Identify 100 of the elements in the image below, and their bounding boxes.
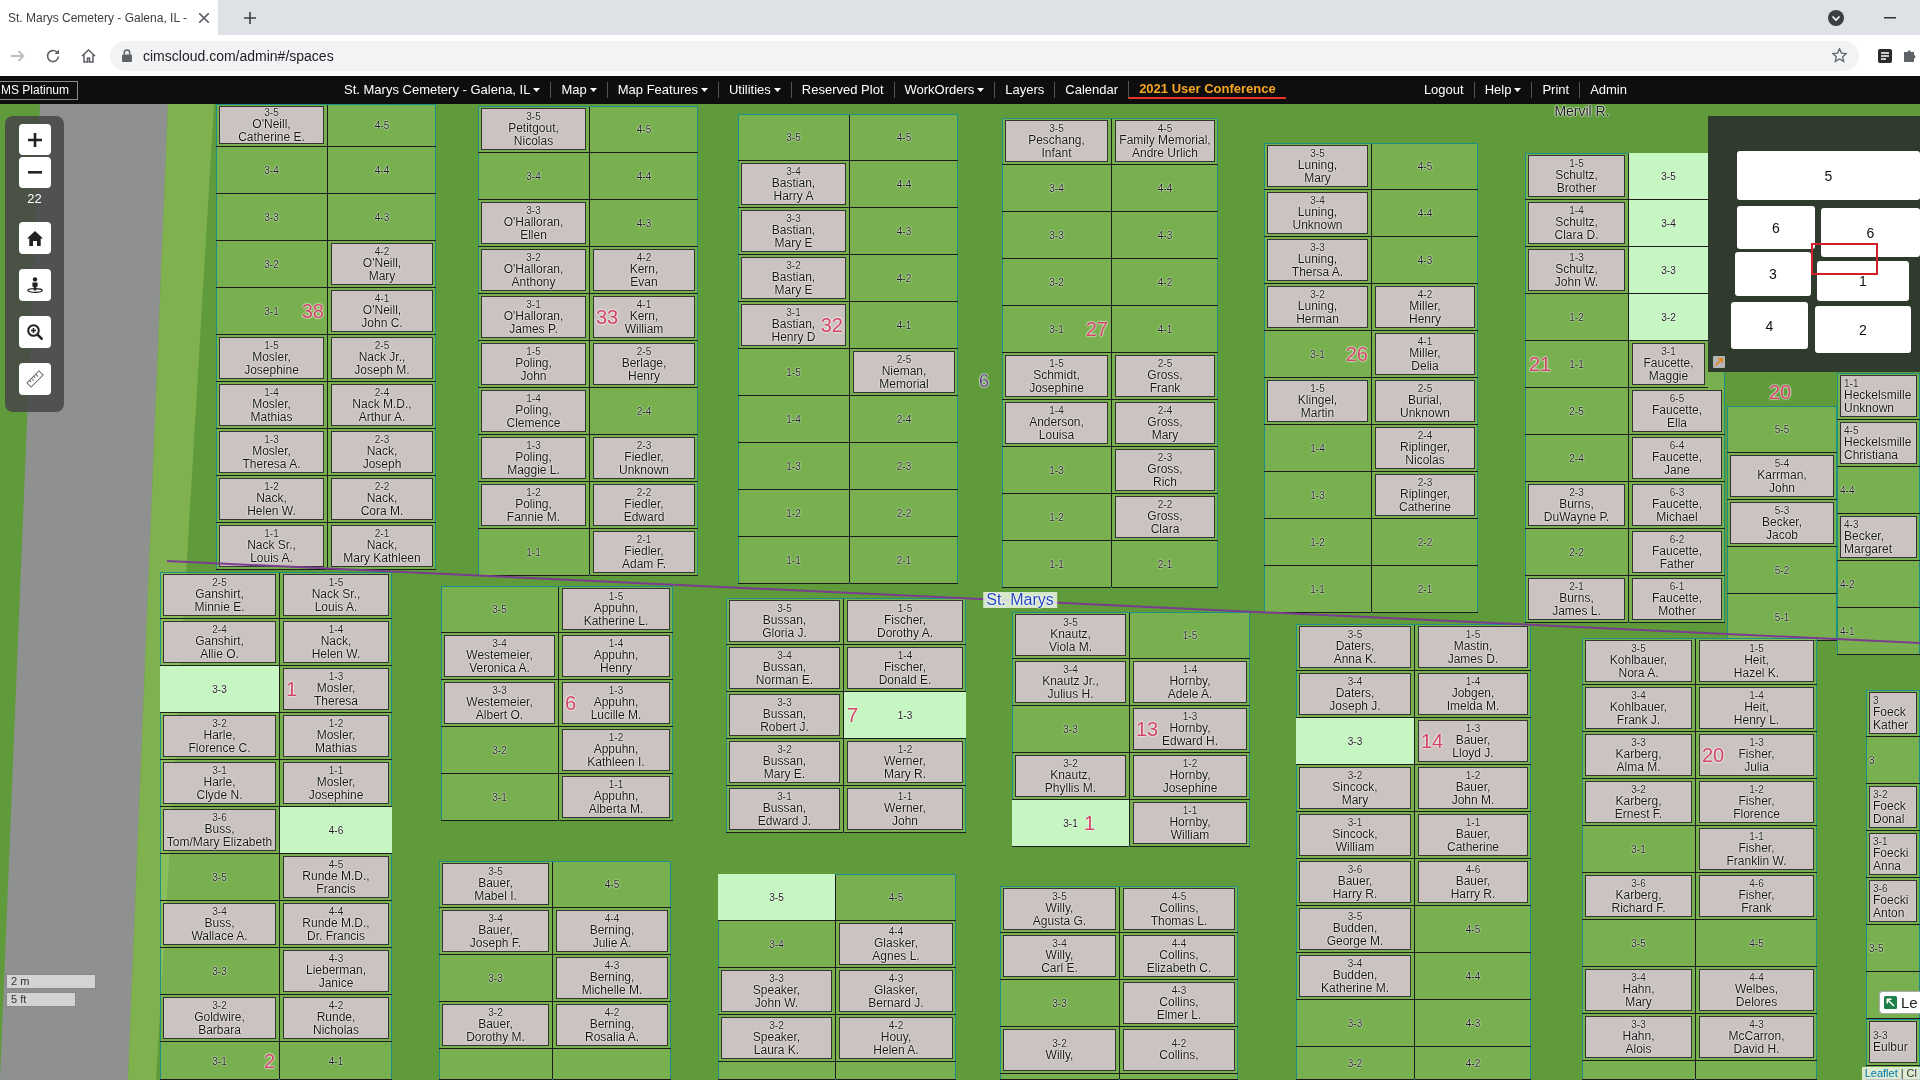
- plot-cell[interactable]: 3-5 Peschang, Infant: [1002, 118, 1111, 165]
- plot-cell[interactable]: 1-1 Heckelsmille Unknown: [1837, 373, 1920, 420]
- plot-cell[interactable]: 3-5: [1582, 920, 1695, 967]
- plot-cell[interactable]: 3-5: [1629, 153, 1708, 200]
- plot-cell[interactable]: 3-3 Bastian, Mary E: [738, 208, 849, 255]
- plot-cell[interactable]: 3-5: [441, 586, 558, 633]
- plot-cell[interactable]: 2-4: [850, 396, 958, 443]
- plot-cell[interactable]: 4-4: [1112, 165, 1218, 212]
- plot-cell[interactable]: 3-5: [738, 114, 849, 161]
- plot-cell[interactable]: 4-4 Berning, Julie A.: [553, 908, 671, 955]
- plot-cell[interactable]: 20 1-3 Fisher, Julia: [1696, 732, 1817, 779]
- plot-cell[interactable]: 3-3: [1000, 980, 1119, 1027]
- plot-cell[interactable]: 3-3 Speaker, John W.: [718, 968, 835, 1015]
- plot-cell[interactable]: 1-4 Hornby, Adele A.: [1130, 659, 1250, 706]
- plot-cell[interactable]: 4-4 Welbes, Delores: [1696, 967, 1817, 1014]
- plot-cell[interactable]: 4-3: [1415, 1000, 1531, 1047]
- plot-cell[interactable]: 3-1 38: [216, 288, 327, 335]
- plot-cell[interactable]: 3-3: [160, 948, 279, 995]
- plot-cell[interactable]: 1-4 Poling, Clemence: [478, 388, 589, 435]
- plot-cell[interactable]: 3-1 26: [1264, 331, 1371, 378]
- plot-cell[interactable]: 3-2: [1002, 259, 1111, 306]
- plot-cell[interactable]: 3-4 Knautz Jr., Julius H.: [1012, 659, 1129, 706]
- plot-cell[interactable]: 1-1 Nack Sr., Louis A.: [216, 523, 327, 570]
- plot-cell[interactable]: 3-5 Luning, Mary: [1264, 143, 1371, 190]
- plot-cell[interactable]: 4-5 Collins, Thomas L.: [1120, 886, 1238, 933]
- plot-cell[interactable]: 3-2 Sincock, Mary: [1296, 765, 1414, 812]
- plot-cell[interactable]: 2-1: [850, 537, 958, 584]
- plot-cell[interactable]: 4-4: [590, 153, 698, 200]
- plot-cell[interactable]: 1-5: [738, 349, 849, 396]
- plot-cell[interactable]: 1-2: [1525, 294, 1628, 341]
- plot-cell[interactable]: 6 1-3 Appuhn, Lucille M.: [559, 680, 673, 727]
- plot-cell[interactable]: 3-2 Speaker, Laura K.: [718, 1015, 835, 1062]
- address-field[interactable]: cimscloud.com/admin#/spaces: [110, 40, 1859, 71]
- plot-cell[interactable]: 3-3: [439, 955, 552, 1002]
- plot-cell[interactable]: 4-5: [1372, 143, 1478, 190]
- plot-cell[interactable]: 4-3 McCarron, David H.: [1696, 1014, 1817, 1061]
- plot-cell[interactable]: 3-2: [216, 241, 327, 288]
- viewport-rectangle[interactable]: [1811, 243, 1878, 275]
- plot-cell[interactable]: 3-5 Budden, George M.: [1296, 906, 1414, 953]
- plot-cell[interactable]: 2-4 Ganshirt, Allie O.: [160, 619, 279, 666]
- plot-cell[interactable]: 2-2: [1372, 519, 1478, 566]
- plot-cell[interactable]: 1-5 Mastin, James D.: [1415, 624, 1531, 671]
- plot-cell[interactable]: 2-5 Gross, Frank: [1112, 353, 1218, 400]
- plot-cell[interactable]: 1-3: [1002, 447, 1111, 494]
- plot-cell[interactable]: 2-4: [1525, 435, 1628, 482]
- plot-cell[interactable]: 3-1 Bussan, Edward J.: [726, 786, 843, 833]
- plot-cell[interactable]: 3-4 Daters, Joseph J.: [1296, 671, 1414, 718]
- plot-cell[interactable]: 5-5: [1727, 406, 1837, 453]
- plot-cell[interactable]: 3-5 Petitgout, Nicolas: [478, 106, 589, 153]
- plot-cell[interactable]: 4-1: [280, 1042, 392, 1080]
- plot-cell[interactable]: 3-3 Eulbur: [1866, 1019, 1920, 1066]
- plot-cell[interactable]: 1-4 Anderson, Louisa: [1002, 400, 1111, 447]
- plot-cell[interactable]: 1-5 Appuhn, Katherine L.: [559, 586, 673, 633]
- plot-cell[interactable]: 3-3 Westemeier, Albert O.: [441, 680, 558, 727]
- plot-cell[interactable]: 1-4: [738, 396, 849, 443]
- plot-cell[interactable]: 1-2 Bauer, John M.: [1415, 765, 1531, 812]
- legend-button[interactable]: Le: [1879, 991, 1920, 1014]
- plot-cell[interactable]: 4-5 Runde M.D., Francis: [280, 854, 392, 901]
- plot-cell[interactable]: 1-3 Mosler, Theresa A.: [216, 429, 327, 476]
- plot-cell[interactable]: 3-3 Karberg, Alma M.: [1582, 732, 1695, 779]
- plot-cell[interactable]: 4-1: [1837, 608, 1920, 655]
- plot-cell[interactable]: 4-5: [590, 106, 698, 153]
- plot-cell[interactable]: 1-3 Schultz, John W.: [1525, 247, 1628, 294]
- plot-cell[interactable]: 1-4: [1264, 425, 1371, 472]
- plot-cell[interactable]: 1-4 Mosler, Mathias: [216, 382, 327, 429]
- plot-cell[interactable]: 3-4 Bauer, Joseph F.: [439, 908, 552, 955]
- plot-cell[interactable]: 4-1: [1112, 306, 1218, 353]
- plot-cell[interactable]: 3-3: [1002, 212, 1111, 259]
- menu-item[interactable]: WorkOrders: [893, 82, 995, 98]
- close-icon[interactable]: [199, 12, 209, 23]
- plot-cell[interactable]: 1-2: [1264, 519, 1371, 566]
- plot-cell[interactable]: 4-2: [1837, 561, 1920, 608]
- minimap-section[interactable]: 1: [1817, 261, 1909, 301]
- plot-cell[interactable]: 1-4 Heit, Henry L.: [1696, 685, 1817, 732]
- zoom-in-button[interactable]: [18, 124, 51, 155]
- plot-cell[interactable]: 3-2 Knautz, Phyllis M.: [1012, 753, 1129, 800]
- plot-cell[interactable]: 3-1 27: [1002, 306, 1111, 353]
- home-button[interactable]: [18, 222, 51, 254]
- plot-cell[interactable]: 1 1-3 Mosler, Theresa: [280, 666, 392, 713]
- plot-cell[interactable]: 4-1: [850, 302, 958, 349]
- plot-cell[interactable]: 3-5 Knautz, Viola M.: [1012, 612, 1129, 659]
- plot-cell[interactable]: 3-3: [160, 666, 279, 713]
- plot-cell[interactable]: 4-3 Collins, Elmer L.: [1120, 980, 1238, 1027]
- plot-cell[interactable]: 3-5 Bussan, Gloria J.: [726, 598, 843, 645]
- plot-cell[interactable]: 1-2 Appuhn, Kathleen I.: [559, 727, 673, 774]
- plot-cell[interactable]: 5-2: [1727, 547, 1837, 594]
- plot-cell[interactable]: 3-4 Buss, Wallace A.: [160, 901, 279, 948]
- chevron-down-icon[interactable]: [1828, 9, 1844, 26]
- plot-cell[interactable]: 3-5: [160, 854, 279, 901]
- plot-cell[interactable]: 4-2 Runde, Nicholas: [280, 995, 392, 1042]
- plot-cell[interactable]: 4-3: [1372, 237, 1478, 284]
- plot-cell[interactable]: 1-1 Mosler, Josephine: [280, 760, 392, 807]
- plot-cell[interactable]: 3-2 Karberg, Ernest F.: [1582, 779, 1695, 826]
- minimap-section[interactable]: 6: [1821, 208, 1920, 257]
- menu-item[interactable]: Logout: [1413, 82, 1474, 98]
- plot-cell[interactable]: 3 Foeck Kather: [1866, 690, 1920, 737]
- plot-cell[interactable]: 3-1 Sincock, William: [1296, 812, 1414, 859]
- plot-cell[interactable]: 2-5 Berlage, Henry: [590, 341, 698, 388]
- minimap-section[interactable]: 5: [1737, 151, 1920, 200]
- plot-cell[interactable]: 3-2 Harle, Florence C.: [160, 713, 279, 760]
